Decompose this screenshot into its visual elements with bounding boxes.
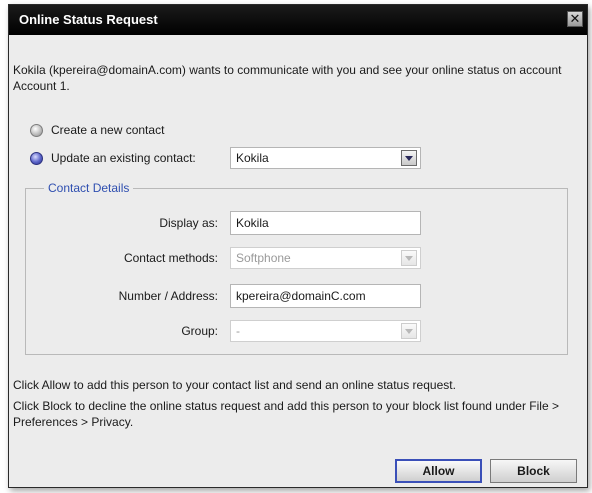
allow-info-text: Click Allow to add this person to your c… xyxy=(13,378,456,392)
display-as-input[interactable]: Kokila xyxy=(230,211,421,235)
update-contact-label: Update an existing contact: xyxy=(51,151,196,165)
group-label: Group: xyxy=(181,324,218,338)
close-icon: ✕ xyxy=(569,11,581,26)
number-address-label: Number / Address: xyxy=(118,289,218,303)
update-contact-option[interactable]: Update an existing contact: xyxy=(30,147,196,169)
group-value: - xyxy=(236,324,240,338)
number-address-value: kpereira@domainC.com xyxy=(236,289,366,303)
existing-contact-value: Kokila xyxy=(236,151,269,165)
group-select[interactable]: - xyxy=(230,320,421,342)
chevron-down-icon xyxy=(401,323,417,339)
contact-methods-label: Contact methods: xyxy=(123,251,218,265)
contact-methods-select[interactable]: Softphone xyxy=(230,247,421,269)
create-contact-radio[interactable] xyxy=(30,123,43,137)
contact-details-legend: Contact Details xyxy=(44,181,134,195)
contact-methods-value: Softphone xyxy=(236,251,291,265)
chevron-down-icon xyxy=(401,250,417,266)
create-contact-option[interactable]: Create a new contact xyxy=(30,119,164,141)
block-button[interactable]: Block xyxy=(490,459,577,483)
existing-contact-select[interactable]: Kokila xyxy=(230,147,421,169)
allow-button[interactable]: Allow xyxy=(395,459,482,483)
update-contact-radio[interactable] xyxy=(30,151,43,165)
create-contact-label: Create a new contact xyxy=(51,123,165,137)
dialog-title: Online Status Request xyxy=(19,12,158,27)
request-message: Kokila (kpereira@domainA.com) wants to c… xyxy=(13,63,562,93)
number-address-input[interactable]: kpereira@domainC.com xyxy=(230,284,421,308)
block-info-text: Click Block to decline the online status… xyxy=(13,399,559,429)
close-button[interactable]: ✕ xyxy=(567,11,583,27)
chevron-down-icon[interactable] xyxy=(401,150,417,166)
dialog-titlebar: Online Status Request ✕ xyxy=(9,5,587,35)
display-as-label: Display as: xyxy=(159,216,218,230)
display-as-value: Kokila xyxy=(236,216,269,230)
